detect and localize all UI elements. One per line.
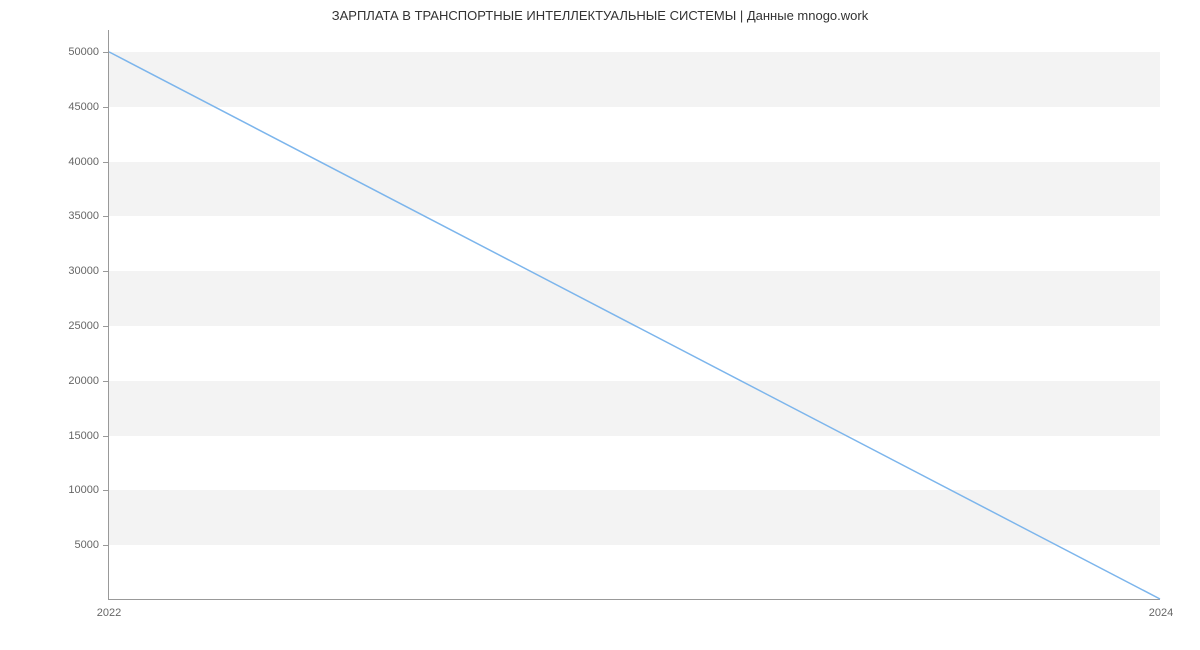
chart-title: ЗАРПЛАТА В ТРАНСПОРТНЫЕ ИНТЕЛЛЕКТУАЛЬНЫЕ… [0,8,1200,23]
y-tick-label: 25000 [68,320,109,332]
y-tick-label: 15000 [68,430,109,442]
data-line [109,52,1160,599]
x-tick-label: 2024 [1149,599,1173,619]
y-tick-label: 40000 [68,156,109,168]
x-tick-label: 2022 [97,599,121,619]
line-series [109,30,1160,599]
y-tick-label: 50000 [68,46,109,58]
plot-area: 5000100001500020000250003000035000400004… [108,30,1160,600]
y-tick-label: 10000 [68,484,109,496]
y-tick-label: 5000 [75,539,109,551]
y-tick-label: 30000 [68,265,109,277]
y-tick-label: 35000 [68,210,109,222]
y-tick-label: 45000 [68,101,109,113]
y-tick-label: 20000 [68,375,109,387]
